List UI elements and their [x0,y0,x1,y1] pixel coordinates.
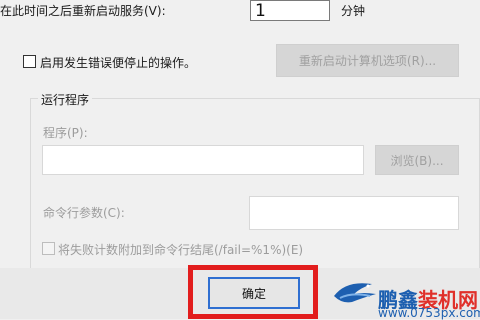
program-label: 程序(P): [43,126,88,140]
browse-button[interactable]: 浏览(B)... [375,145,459,175]
run-program-title: 运行程序 [38,91,93,108]
logo-bird-icon [332,276,378,310]
program-input[interactable] [42,145,364,175]
logo-url: www.0753px.com [378,306,480,320]
ok-button[interactable]: 确定 [208,277,300,309]
restart-delay-input[interactable]: 1 [250,0,330,21]
restart-delay-label: 在此时间之后重新启动服务(V): [0,4,166,18]
params-label: 命令行参数(C): [43,206,125,220]
restart-delay-unit: 分钟 [341,4,366,18]
append-fail-checkbox[interactable] [42,242,55,255]
stop-actions-checkbox[interactable] [23,55,36,68]
append-fail-label: 将失败计数附加到命令行结尾(/fail=%1%)(E) [58,243,304,257]
params-input[interactable] [249,196,459,230]
stop-actions-label: 启用发生错误便停止的操作。 [40,56,197,70]
restart-delay-value: 1 [255,1,266,21]
restart-computer-options-button[interactable]: 重新启动计算机选项(R)... [276,44,459,77]
